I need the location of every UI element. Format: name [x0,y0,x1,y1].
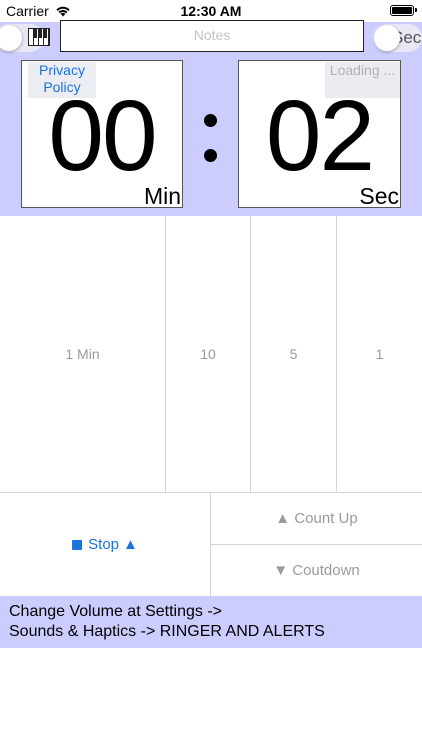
count-up-button[interactable]: ▲ Count Up [211,493,422,545]
info-line-2: Sounds & Haptics -> RINGER AND ALERTS [9,623,325,640]
loading-indicator: Loading ... [325,62,400,98]
battery-icon [390,5,417,16]
increment-buttons: 1 Min 10 5 1 [0,216,422,493]
add-5-button[interactable]: 5 [251,216,337,492]
triangle-up-icon: ▲ [275,510,295,527]
stop-button[interactable]: Stop ▲ [0,493,211,596]
countdown-label: Coutdown [292,562,360,579]
sec-toggle-switch[interactable]: Sec [372,24,422,52]
notes-field[interactable]: Notes [60,20,364,52]
seconds-unit-label: Sec [359,183,399,208]
status-bar: Carrier 12:30 AM [0,0,422,22]
add-1-button[interactable]: 1 [337,216,422,492]
privacy-policy-link[interactable]: Privacy Policy [28,62,96,98]
volume-info-banner: Change Volume at Settings -> Sounds & Ha… [0,596,422,648]
triangle-down-icon: ▼ [273,562,293,579]
toggle-knob [0,25,22,51]
stop-square-icon [72,539,83,550]
countdown-button[interactable]: ▼ Coutdown [211,545,422,596]
stop-label: Stop [88,536,119,553]
count-up-label: Count Up [294,510,358,527]
add-10-button[interactable]: 10 [166,216,251,492]
time-separator [201,114,219,184]
piano-icon[interactable] [28,28,50,46]
add-1-min-button[interactable]: 1 Min [0,216,166,492]
toggle-knob [374,25,400,51]
minutes-unit-label: Min [143,183,181,208]
status-time: 12:30 AM [180,3,242,19]
info-line-1: Change Volume at Settings -> [9,603,223,620]
triangle-up-icon: ▲ [123,536,138,553]
